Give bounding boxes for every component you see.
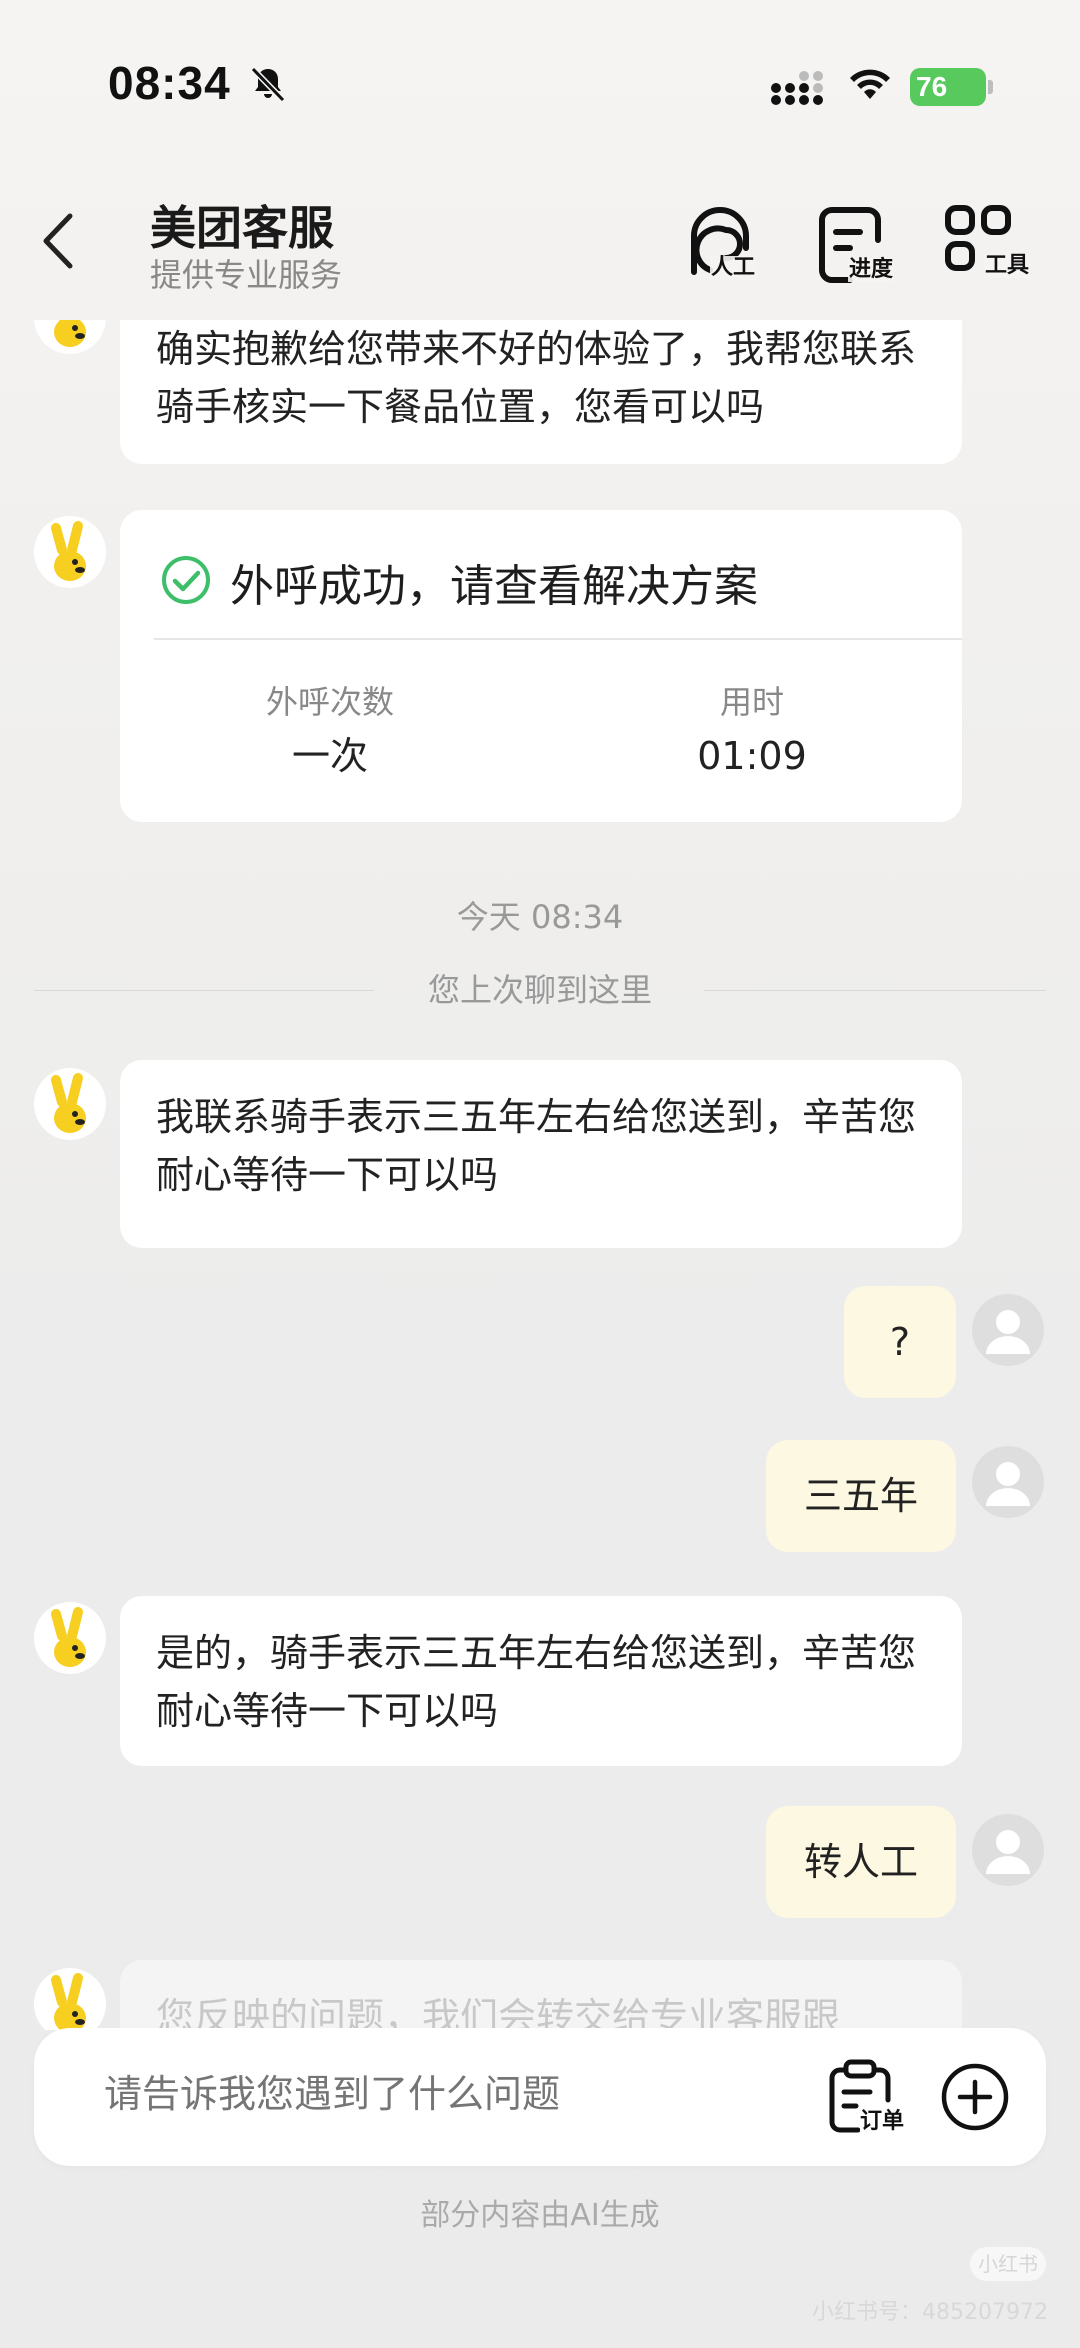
signal-icon: [771, 71, 823, 105]
bot-message: 我联系骑手表示三五年左右给您送到，辛苦您耐心等待一下可以吗: [120, 1060, 962, 1248]
bot-avatar: [34, 1602, 106, 1674]
page-subtitle: 提供专业服务: [150, 256, 343, 294]
order-label: 订单: [860, 2109, 905, 2134]
history-divider: 您上次聊到这里: [34, 968, 1046, 1012]
call-result-title: 外呼成功，请查看解决方案: [230, 561, 758, 612]
mascot-icon: [54, 320, 86, 347]
battery-level: 76: [916, 71, 948, 102]
progress-button[interactable]: 进度: [810, 200, 900, 290]
bot-message: 是的，骑手表示三五年左右给您送到，辛苦您耐心等待一下可以吗: [120, 1596, 962, 1766]
call-duration-label: 用时: [719, 683, 784, 721]
call-count-stat: 外呼次数 一次: [180, 680, 480, 786]
header: 美团客服 提供专业服务 人工 进度 工具: [0, 170, 1080, 320]
mascot-icon: [51, 1973, 86, 2030]
message-input[interactable]: [104, 2072, 784, 2116]
chat-list[interactable]: 确实抱歉给您带来不好的体验了，我帮您联系骑手核实一下餐品位置，您看可以吗 外呼成…: [0, 320, 1080, 2030]
user-silhouette-icon: [986, 1310, 1030, 1354]
bot-message-apology: 确实抱歉给您带来不好的体验了，我帮您联系骑手核实一下餐品位置，您看可以吗: [120, 320, 962, 464]
user-avatar: [972, 1814, 1044, 1886]
wifi-icon: [850, 69, 890, 99]
call-duration-stat: 用时 01:09: [602, 680, 902, 786]
call-result-card[interactable]: 外呼成功，请查看解决方案 外呼次数 一次 用时 01:09: [120, 510, 962, 822]
watermark-id: 小红书号：485207972: [812, 2300, 1048, 2325]
tools-button[interactable]: 工具: [940, 200, 1030, 290]
user-silhouette-icon: [986, 1462, 1030, 1506]
user-message: 三五年: [766, 1440, 956, 1552]
composer: 订单: [34, 2028, 1046, 2166]
plus-circle-icon[interactable]: [940, 2062, 1010, 2132]
back-chevron-icon[interactable]: [38, 210, 78, 272]
status-time: 08:34: [108, 57, 231, 109]
mascot-icon: [51, 1073, 86, 1133]
bot-avatar: [34, 516, 106, 588]
ai-disclaimer: 部分内容由AI生成: [420, 2198, 660, 2233]
progress-label: 进度: [848, 257, 895, 282]
status-bar: 08:34 76: [0, 0, 1080, 170]
battery-icon: 76: [910, 68, 993, 106]
mascot-icon: [51, 521, 86, 581]
timestamp: 今天 08:34: [456, 898, 624, 936]
card-divider: [154, 638, 962, 640]
call-duration-value: 01:09: [697, 734, 807, 778]
check-circle-icon: [162, 556, 210, 604]
bell-muted-icon: [250, 66, 286, 103]
call-count-value: 一次: [291, 734, 368, 778]
bot-message-partial: 您反映的问题，我们会转交给专业客服跟: [120, 1960, 962, 2030]
human-agent-label: 人工: [710, 255, 757, 280]
page-title: 美团客服: [150, 201, 334, 255]
human-agent-button[interactable]: 人工: [680, 200, 770, 290]
tools-label: 工具: [984, 253, 1030, 278]
watermark-badge: 小红书: [970, 2247, 1046, 2281]
user-message: ?: [844, 1286, 956, 1398]
bot-avatar: [34, 1968, 106, 2030]
user-silhouette-icon: [986, 1830, 1030, 1874]
history-divider-text: 您上次聊到这里: [427, 971, 652, 1009]
bot-avatar: [34, 320, 106, 354]
user-avatar: [972, 1446, 1044, 1518]
mascot-icon: [51, 1607, 86, 1667]
order-button[interactable]: 订单: [824, 2058, 914, 2138]
bot-avatar: [34, 1068, 106, 1140]
user-avatar: [972, 1294, 1044, 1366]
user-message: 转人工: [766, 1806, 956, 1918]
call-count-label: 外呼次数: [265, 683, 394, 721]
